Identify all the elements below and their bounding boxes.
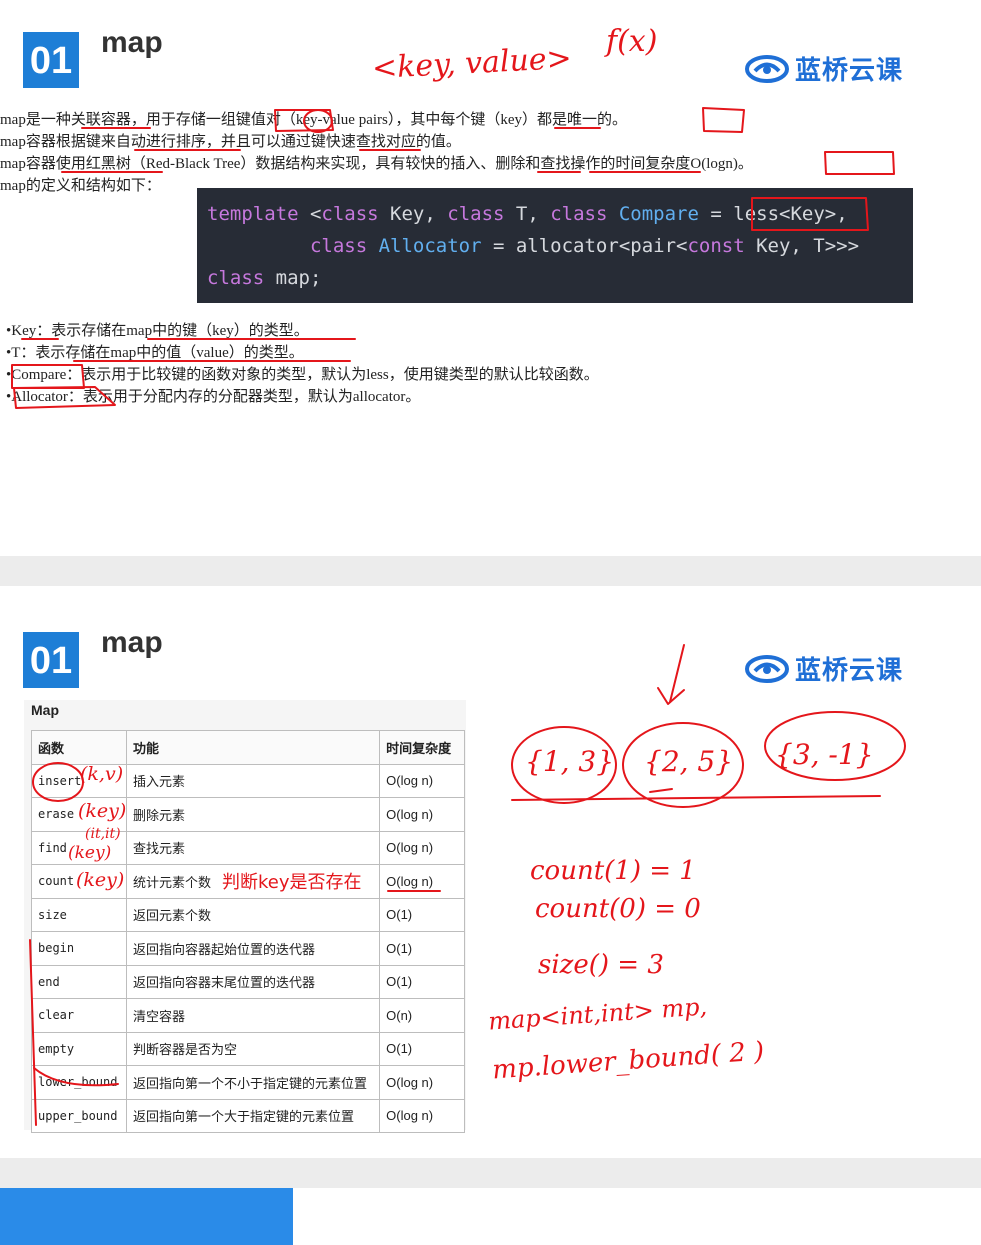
code-line-1: template <class Key, class T, class Comp…: [207, 203, 848, 225]
cell-description: 清空容器: [125, 998, 381, 1033]
slide-3-header-bar: [0, 1188, 293, 1245]
brand-logo-text: 蓝桥云课: [795, 656, 904, 686]
brand-logo: 蓝桥云课: [745, 50, 903, 87]
table-row: upper_bound 返回指向第一个大于指定键的元素位置 O(log n): [31, 1098, 465, 1133]
cell-complexity: O(log n): [379, 1065, 465, 1100]
cell-function: clear: [31, 998, 127, 1033]
paragraph-1: map是一种关联容器，用于存储一组键值对（key-value pairs），其中…: [0, 112, 628, 128]
handwritten-insert-args: (k,v): [80, 763, 124, 785]
handwritten-count-args: (key): [76, 869, 125, 891]
table-caption: Map: [31, 702, 59, 718]
code-token: T,: [504, 203, 551, 225]
code-token: Key,: [378, 203, 448, 225]
header-description: 功能: [125, 730, 381, 765]
handwritten-size: size() = 3: [538, 950, 664, 980]
table-header-row: 函数 功能 时间复杂度: [31, 730, 465, 765]
code-token: class: [550, 203, 608, 225]
bullet-key: •Key：表示存储在map中的键（key）的类型。: [6, 323, 309, 339]
paragraph-4: map的定义和结构如下：: [0, 178, 161, 194]
handwritten-count-remark: 判断key是否存在: [222, 872, 362, 893]
code-token: map;: [264, 267, 322, 289]
slide-1: 01 map 蓝桥云课 <key, value> f(x) map是一种关联容器…: [0, 0, 981, 556]
cell-complexity: O(log n): [379, 830, 465, 865]
bullet-t: •T：表示存储在map中的值（value）的类型。: [6, 345, 304, 361]
cell-function: empty: [31, 1031, 127, 1066]
table-row: lower_bound 返回指向第一个不小于指定键的元素位置 O(log n): [31, 1065, 465, 1100]
code-token: class: [207, 267, 265, 289]
cell-description: 返回元素个数: [125, 897, 381, 932]
cell-function: lower_bound: [31, 1065, 127, 1100]
map-functions-table: 函数 功能 时间复杂度 insert 插入元素 O(log n) erase 删除元素 O…: [31, 730, 465, 1133]
code-token: Key, T>>>: [744, 235, 860, 257]
handwritten-pair-3: {3, -1}: [775, 738, 874, 771]
cell-complexity: O(n): [379, 998, 465, 1033]
cell-complexity: O(log n): [379, 797, 465, 832]
cell-complexity: O(log n): [379, 1098, 465, 1133]
code-token: class: [447, 203, 505, 225]
code-token: class: [321, 203, 379, 225]
header-function: 函数: [31, 730, 127, 765]
table-row: end 返回指向容器末尾位置的迭代器 O(1): [31, 964, 465, 999]
table-row: empty 判断容器是否为空 O(1): [31, 1031, 465, 1066]
cell-function: upper_bound: [31, 1098, 127, 1133]
lanqiao-logo-icon: [745, 54, 789, 83]
lanqiao-logo-icon: [745, 654, 789, 683]
cell-complexity: O(log n): [379, 864, 465, 899]
cell-description: 判断容器是否为空: [125, 1031, 381, 1066]
paragraph-3: map容器使用红黑树（Red-Black Tree）数据结构来实现，具有较快的插…: [0, 156, 753, 172]
slide-separator: [0, 1158, 981, 1188]
bullet-compare: •Compare：表示用于比较键的函数对象的类型，默认为less，使用键类型的默…: [6, 367, 599, 383]
cell-complexity: O(log n): [379, 763, 465, 798]
code-token: <: [298, 203, 322, 225]
handwritten-fx: f(x): [606, 24, 658, 59]
table-row: clear 清空容器 O(n): [31, 998, 465, 1033]
cell-description: 删除元素: [125, 797, 381, 832]
cell-complexity: O(1): [379, 897, 465, 932]
section-number-badge: 01: [23, 32, 79, 88]
handwritten-pair-1: {1, 3}: [525, 745, 615, 778]
section-number-badge: 01: [23, 632, 79, 688]
cell-complexity: O(1): [379, 964, 465, 999]
code-block: template <class Key, class T, class Comp…: [197, 188, 913, 303]
brand-logo-text: 蓝桥云课: [795, 56, 904, 86]
cell-description: 返回指向第一个大于指定键的元素位置: [125, 1098, 381, 1133]
bullet-allocator: •Allocator：表示用于分配内存的分配器类型，默认为allocator。: [6, 389, 421, 405]
code-token: template: [207, 203, 299, 225]
handwritten-pair-2: {2, 5}: [644, 745, 734, 778]
cell-function: begin: [31, 931, 127, 966]
slide-title: map: [101, 26, 163, 59]
handwritten-erase-args: (key): [78, 800, 127, 822]
cell-description: 返回指向容器末尾位置的迭代器: [125, 964, 381, 999]
code-token: = less<Key>,: [698, 203, 848, 225]
cell-complexity: O(1): [379, 931, 465, 966]
cell-function: end: [31, 964, 127, 999]
code-token: const: [687, 235, 745, 257]
handwritten-count-1: count(1) = 1: [530, 856, 696, 886]
code-token: Compare: [607, 203, 699, 225]
code-line-2: class Allocator = allocator<pair<const K…: [207, 235, 859, 257]
brand-logo: 蓝桥云课: [745, 650, 903, 687]
cell-description: 返回指向容器起始位置的迭代器: [125, 931, 381, 966]
cell-description: 返回指向第一个不小于指定键的元素位置: [125, 1065, 381, 1100]
code-token: Allocator: [367, 235, 482, 257]
cell-complexity: O(1): [379, 1031, 465, 1066]
cell-function: size: [31, 897, 127, 932]
code-line-3: class map;: [207, 267, 321, 289]
handwritten-find-args: (key): [68, 843, 112, 863]
handwritten-erase-iter-args: (it,it): [85, 826, 121, 842]
slide-separator: [0, 556, 981, 586]
code-token: class: [309, 235, 368, 257]
handwritten-count-0: count(0) = 0: [535, 894, 701, 924]
header-complexity: 时间复杂度: [379, 730, 465, 765]
paragraph-2: map容器根据键来自动进行排序，并且可以通过键快速查找对应的值。: [0, 134, 461, 150]
handwritten-key-value: <key, value>: [371, 40, 573, 87]
cell-description: 查找元素: [125, 830, 381, 865]
table-row: begin 返回指向容器起始位置的迭代器 O(1): [31, 931, 465, 966]
code-token: = allocator<pair<: [481, 235, 688, 257]
slide-title: map: [101, 626, 163, 659]
cell-description: 插入元素: [125, 763, 381, 798]
table-row: size 返回元素个数 O(1): [31, 897, 465, 932]
